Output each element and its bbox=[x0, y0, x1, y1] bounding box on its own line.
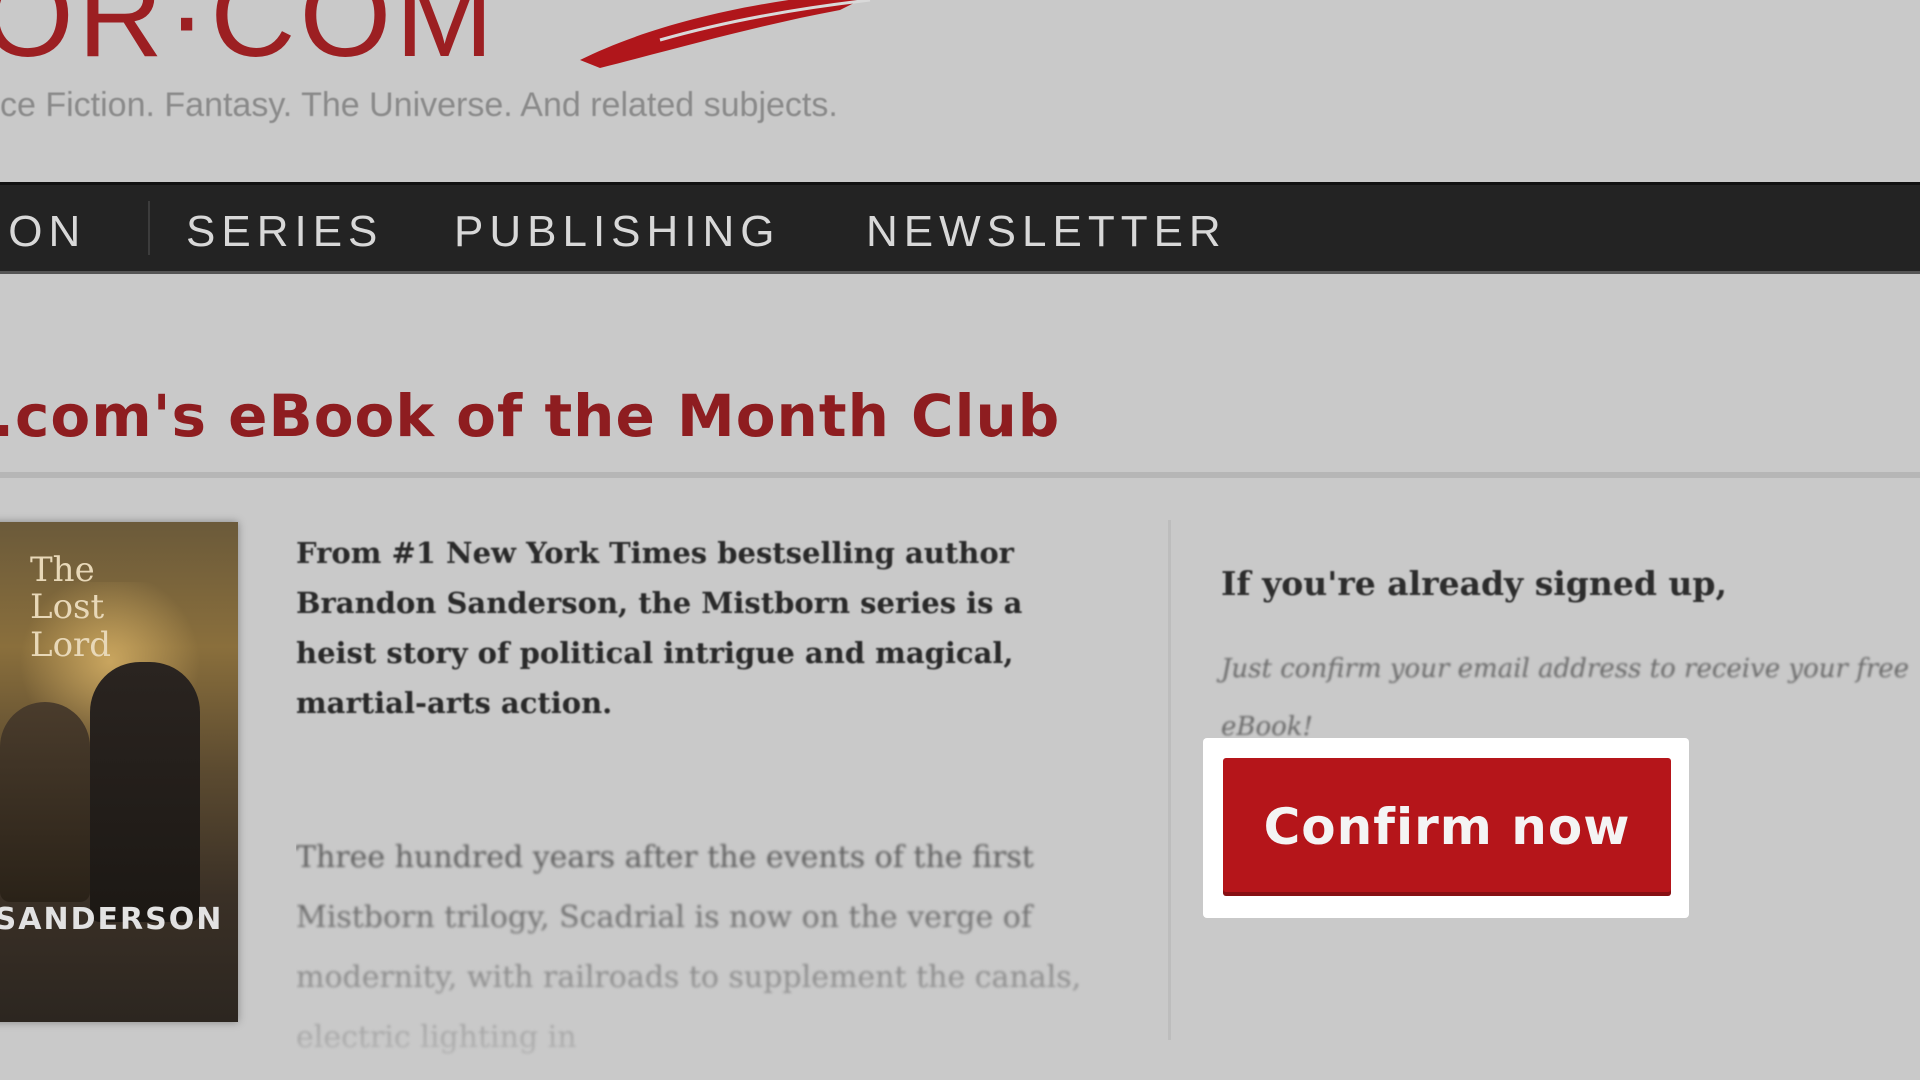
nav-item-fiction[interactable]: ION bbox=[0, 207, 86, 257]
confirm-highlight-frame: Confirm now bbox=[1203, 738, 1689, 918]
main-navbar: ION SERIES PUBLISHING NEWSLETTER bbox=[0, 182, 1920, 274]
confirm-now-button[interactable]: Confirm now bbox=[1223, 758, 1671, 896]
nav-separator bbox=[148, 201, 150, 255]
signup-panel: If you're already signed up, Just confir… bbox=[1168, 520, 1920, 1040]
nav-item-publishing[interactable]: PUBLISHING bbox=[454, 207, 781, 257]
nav-item-newsletter[interactable]: NEWSLETTER bbox=[866, 207, 1227, 257]
page: OR·COM ce Fiction. Fantasy. The Universe… bbox=[0, 0, 1920, 1080]
cover-title: The Lost Lord bbox=[30, 550, 112, 665]
section-divider bbox=[0, 472, 1920, 478]
site-tagline: ce Fiction. Fantasy. The Universe. And r… bbox=[0, 86, 838, 124]
cover-figure-primary bbox=[90, 662, 200, 922]
nav-item-series[interactable]: SERIES bbox=[186, 207, 383, 257]
cover-figure-secondary bbox=[0, 702, 90, 902]
book-cover-image[interactable]: The Lost Lord SANDERSON bbox=[0, 522, 238, 1022]
page-title: .com's eBook of the Month Club bbox=[0, 382, 1061, 450]
book-description-body: Three hundred years after the events of … bbox=[296, 840, 1082, 1055]
signup-heading: If you're already signed up, bbox=[1221, 564, 1727, 603]
book-description-lead: From #1 New York Times bestselling autho… bbox=[296, 536, 1023, 720]
cover-author: SANDERSON bbox=[0, 902, 224, 937]
site-logo-wordmark[interactable]: OR·COM bbox=[0, 0, 498, 84]
logo-swoosh-icon bbox=[580, 0, 871, 68]
